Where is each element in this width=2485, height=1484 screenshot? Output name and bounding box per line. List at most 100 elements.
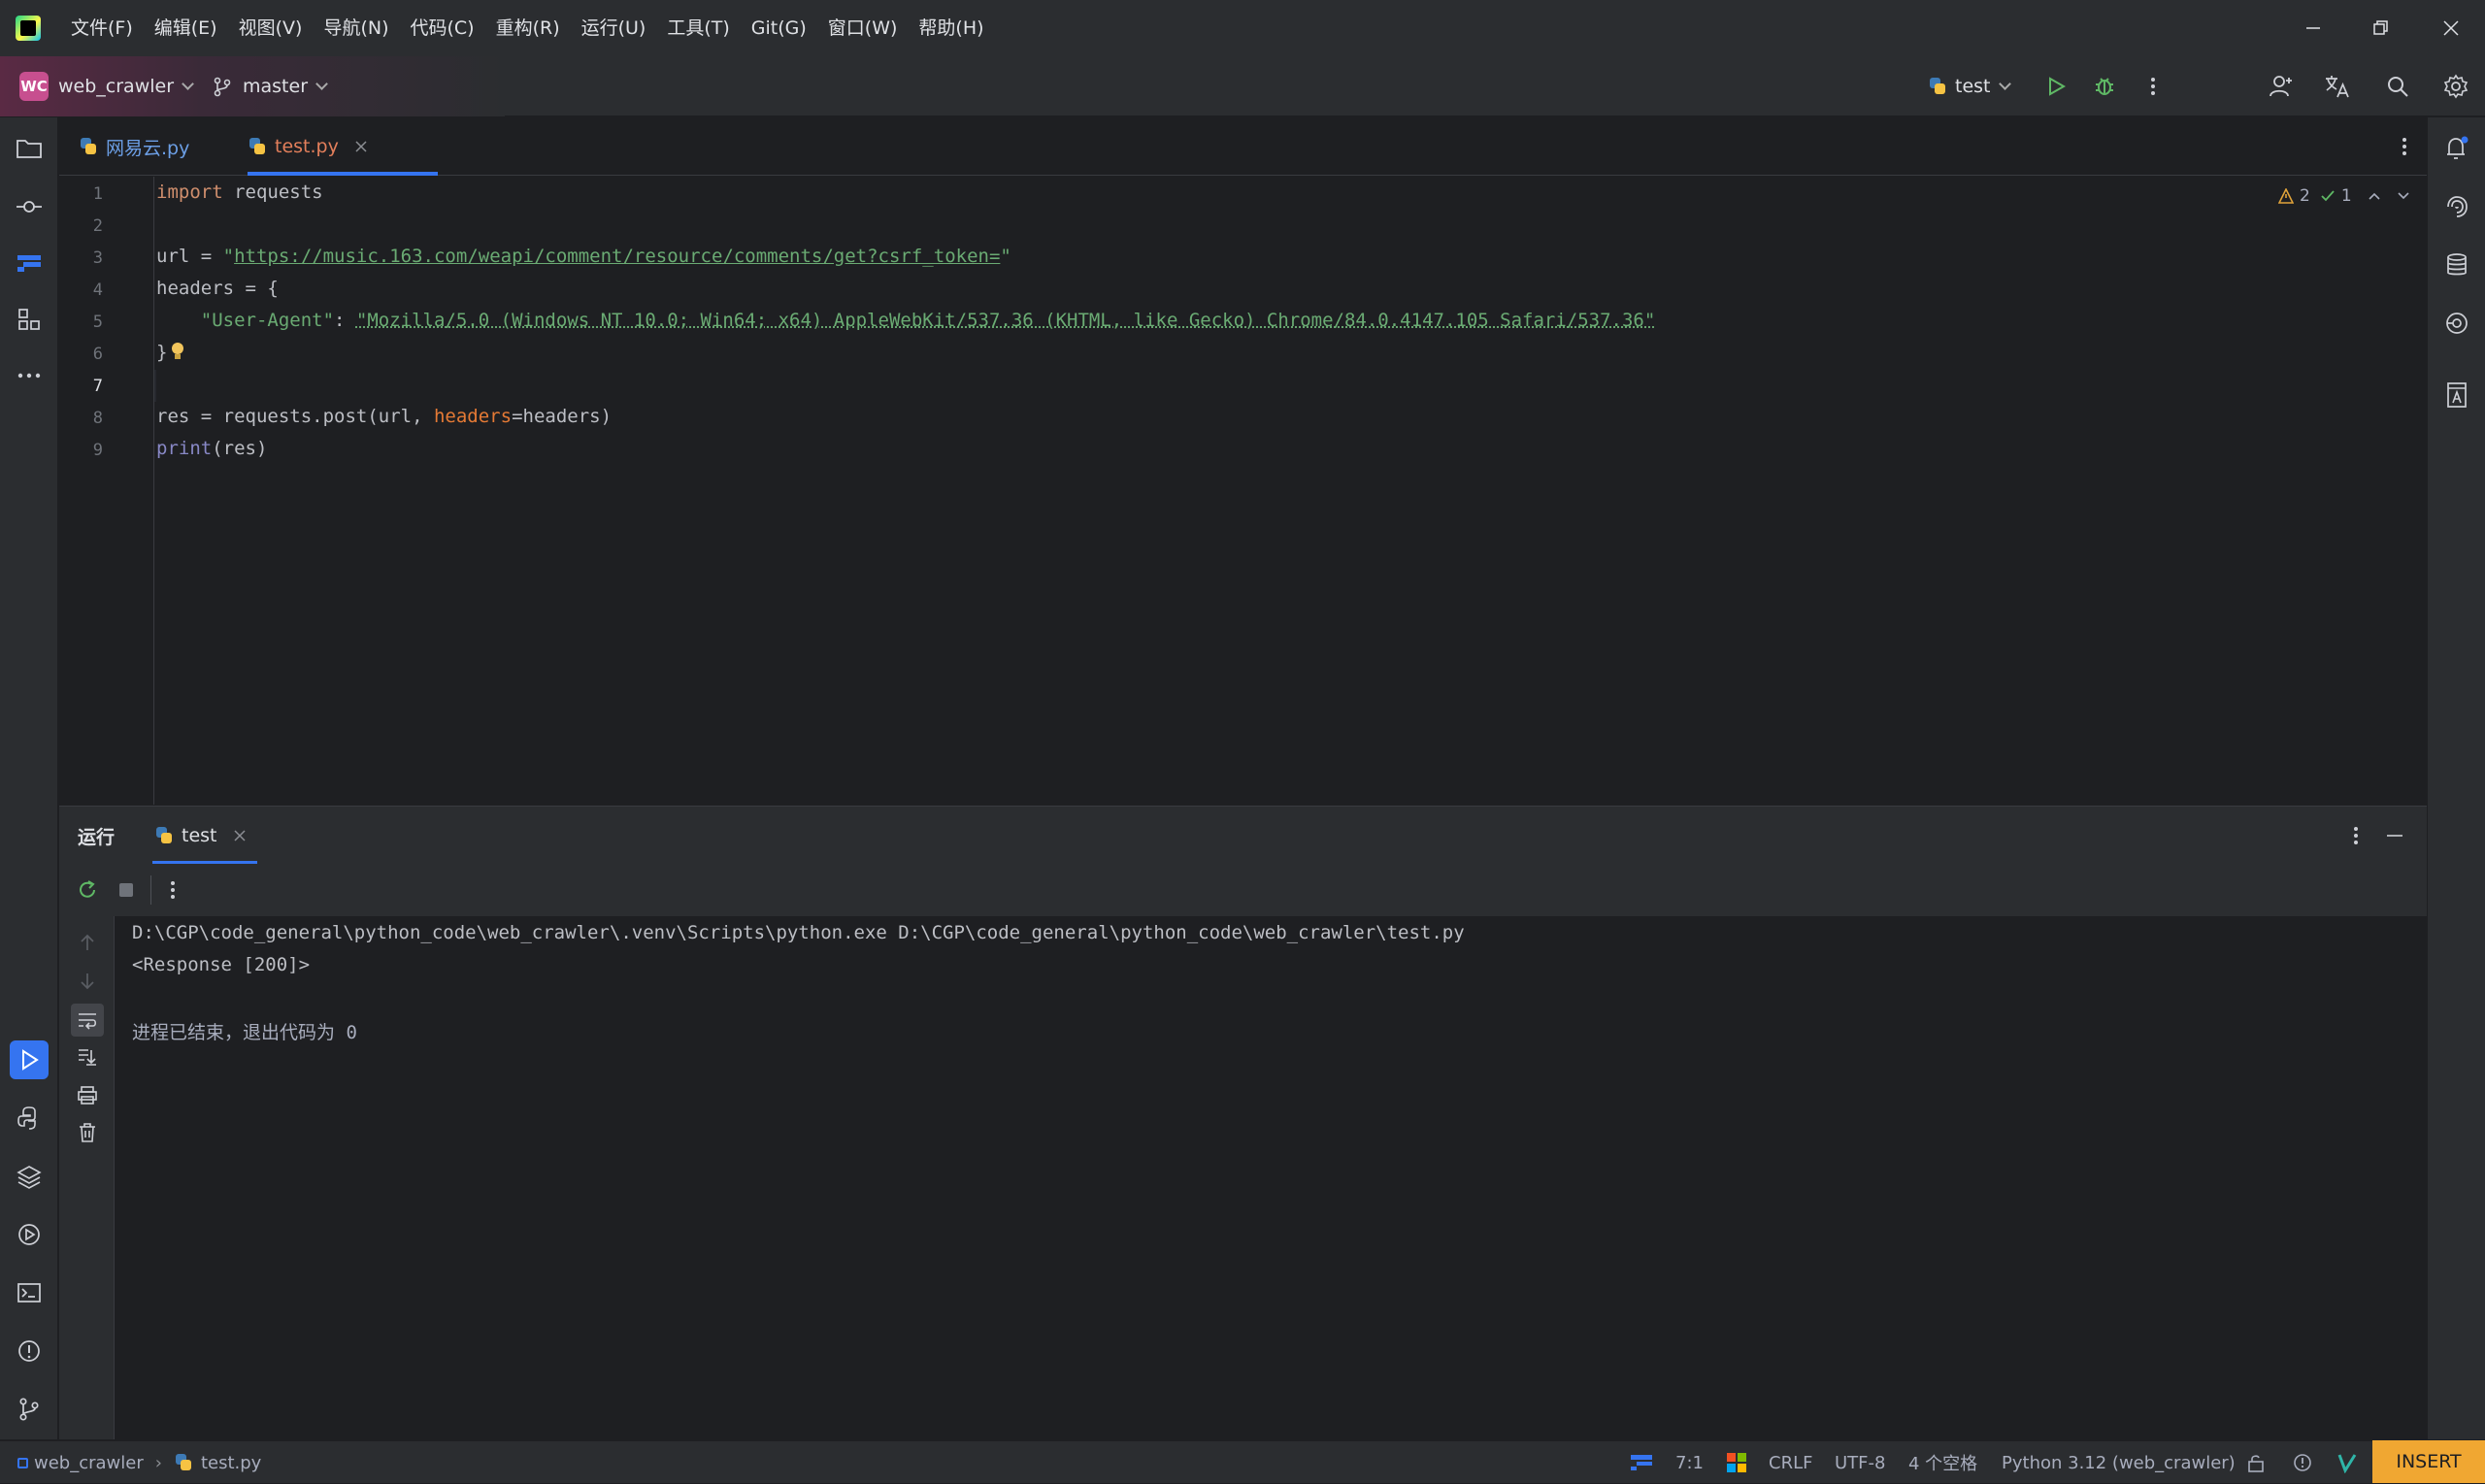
python-file-icon [248,137,267,156]
problems-tool-button[interactable] [10,1332,49,1370]
run-panel-title: 运行 [78,807,115,865]
ai-assistant-button[interactable] [2437,187,2476,226]
search-everywhere-button[interactable] [2378,67,2417,106]
tab-test-py[interactable]: test.py [248,117,387,176]
caret-position[interactable]: 7:1 [1675,1441,1704,1484]
python-console-button[interactable] [10,1099,49,1138]
folder-icon [16,137,43,160]
menu-file[interactable]: 文件(F) [60,0,144,56]
python-file-icon [174,1453,193,1472]
sciview-button[interactable] [2437,376,2476,414]
menu-run[interactable]: 运行(U) [571,0,657,56]
run-icon [2045,76,2067,97]
ai-assistant-icon [2444,194,2469,219]
soft-wrap-button[interactable] [71,1004,104,1037]
scroll-down-button[interactable] [73,967,102,996]
run-more-button[interactable] [158,875,187,905]
menu-navigate[interactable]: 导航(N) [313,0,399,56]
code-text: : [334,310,356,331]
intention-bulb-icon[interactable] [168,340,187,363]
chevron-down-icon[interactable] [2397,189,2410,203]
line-separator[interactable]: CRLF [1769,1441,1812,1484]
close-tab-icon[interactable] [233,829,247,842]
windows-icon[interactable] [1726,1441,1747,1484]
indent-setting[interactable]: 4 个空格 [1908,1441,1977,1484]
pull-requests-tool-button[interactable] [10,244,49,282]
code-with-me-button[interactable] [2262,67,2301,106]
breadcrumb-file[interactable]: test.py [201,1453,261,1473]
close-tab-icon[interactable] [354,140,368,153]
line-number: 7 [59,377,103,396]
chevron-down-icon [315,78,328,90]
url-string[interactable]: https://music.163.com/weapi/comment/reso… [234,246,1000,267]
tab-wangyiyun[interactable]: 网易云.py [79,117,189,176]
tab-actions-button[interactable] [2387,129,2422,164]
python-interpreter[interactable]: Python 3.12 (web_crawler) [2002,1441,2236,1484]
minimize-button[interactable] [2279,0,2347,56]
run-config-selector[interactable]: test [1928,56,2009,116]
translate-button[interactable] [2318,67,2357,106]
inspection-widget[interactable]: 2 1 [2278,184,2410,208]
chevron-down-icon [1999,78,2011,90]
run-tool-button[interactable] [10,1040,49,1079]
run-console-output[interactable]: D:\CGP\code_general\python_code\web_craw… [115,916,2427,1439]
bug-icon [2093,75,2116,98]
file-encoding[interactable]: UTF-8 [1835,1441,1885,1484]
close-window-button[interactable] [2417,0,2485,56]
run-tab-test[interactable]: test [154,807,247,865]
insert-mode-badge[interactable]: INSERT [2372,1440,2485,1483]
commit-tool-button[interactable] [10,187,49,226]
endpoints-button[interactable] [2437,304,2476,343]
pycharm-logo-icon[interactable] [16,16,41,41]
print-button[interactable] [73,1081,102,1110]
menu-edit[interactable]: 编辑(E) [144,0,228,56]
right-tool-strip [2427,117,2485,1439]
debug-button[interactable] [2085,67,2124,106]
code-editor[interactable]: import requests url = "https://music.163… [156,177,2427,805]
toolbar-divider [150,875,151,905]
scroll-to-end-button[interactable] [73,1042,102,1072]
branch-selector[interactable]: master [212,56,326,116]
clear-console-button[interactable] [73,1118,102,1147]
warning-count: 2 [2300,186,2310,206]
menu-code[interactable]: 代码(C) [399,0,484,56]
ai-status-icon[interactable] [1629,1441,1654,1484]
terminal-tool-button[interactable] [10,1273,49,1312]
menu-view[interactable]: 视图(V) [228,0,314,56]
line-number: 9 [59,441,103,460]
more-actions-button[interactable] [2134,67,2172,106]
settings-button[interactable] [2436,67,2475,106]
project-selector[interactable]: WC web_crawler [19,56,192,116]
title-bar: 文件(F) 编辑(E) 视图(V) 导航(N) 代码(C) 重构(R) 运行(U… [0,0,2485,56]
structure-tool-button[interactable] [10,300,49,339]
more-tools-button[interactable] [10,356,49,395]
lock-icon[interactable] [2246,1441,2266,1484]
rerun-button[interactable] [73,875,102,905]
hide-panel-button[interactable] [2379,820,2410,851]
run-panel-options-button[interactable] [2340,820,2371,851]
menu-window[interactable]: 窗口(W) [817,0,909,56]
line-number: 6 [59,345,103,364]
python-packages-button[interactable] [10,1157,49,1196]
line-number: 2 [59,216,103,236]
menu-git[interactable]: Git(G) [741,0,817,56]
menu-tools[interactable]: 工具(T) [656,0,740,56]
git-tool-button[interactable] [10,1390,49,1429]
database-button[interactable] [2437,246,2476,284]
restore-button[interactable] [2347,0,2415,56]
menu-help[interactable]: 帮助(H) [908,0,994,56]
left-tool-strip [0,117,58,1439]
notifications-button[interactable] [2437,129,2476,168]
stop-button[interactable] [112,875,141,905]
breadcrumb-project[interactable]: web_crawler [34,1453,144,1473]
chevron-up-icon[interactable] [2368,189,2381,203]
run-panel-header: 运行 test [59,806,2427,864]
scroll-up-button[interactable] [73,928,102,957]
services-tool-button[interactable] [10,1215,49,1254]
project-tool-button[interactable] [10,129,49,168]
more-horizontal-icon [17,372,42,379]
run-button[interactable] [2037,67,2075,106]
problems-status-icon[interactable] [2293,1441,2312,1484]
menu-refactor[interactable]: 重构(R) [485,0,571,56]
vim-icon[interactable] [2337,1441,2357,1484]
